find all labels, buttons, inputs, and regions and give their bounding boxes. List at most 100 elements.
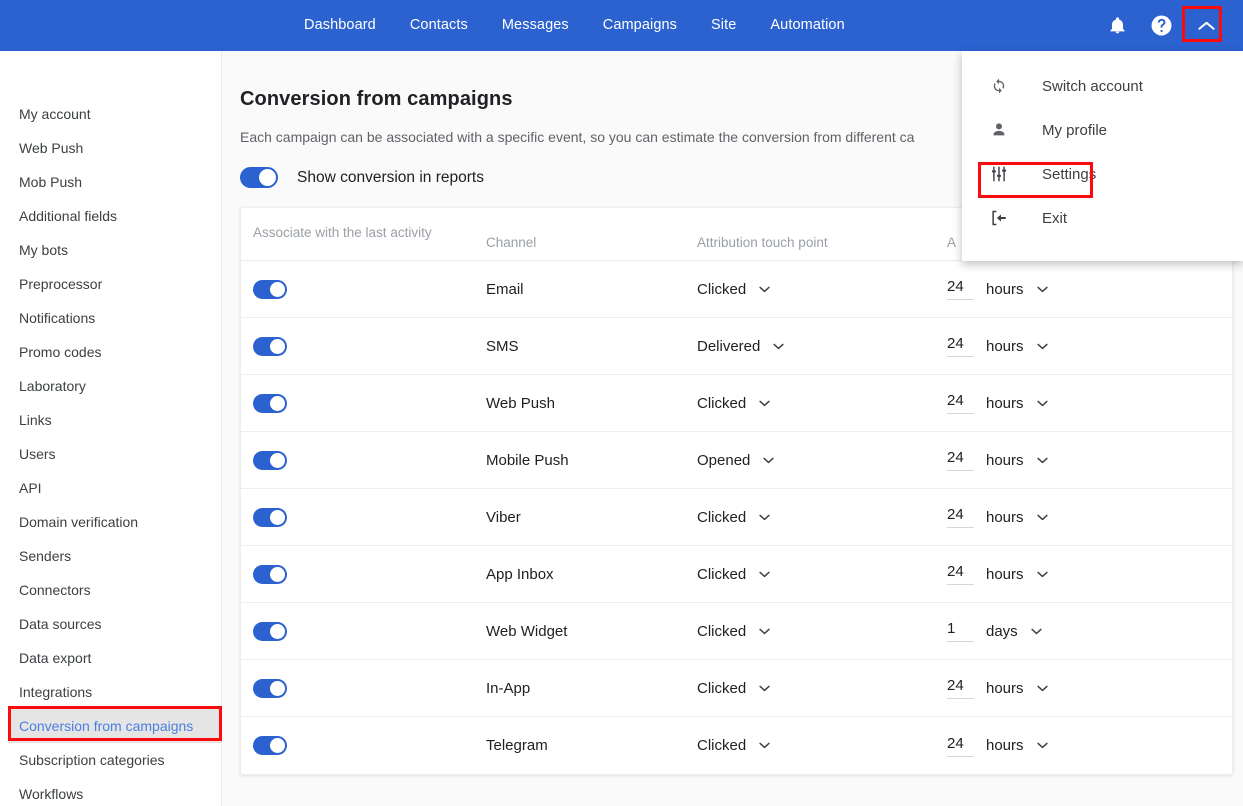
sidebar-item-connectors[interactable]: Connectors bbox=[0, 573, 221, 607]
account-menu-toggle[interactable] bbox=[1182, 0, 1229, 51]
attribution-window-cell: 24 hours bbox=[947, 449, 1232, 471]
sidebar-item-notifications[interactable]: Notifications bbox=[0, 301, 221, 335]
conversion-table-card: Associate with the last activity Channel… bbox=[240, 207, 1233, 775]
attribution-window-cell: 24 hours bbox=[947, 563, 1232, 585]
attribution-touch-point-select[interactable]: Clicked bbox=[697, 281, 770, 298]
sidebar-item-label: My account bbox=[19, 106, 91, 122]
associate-last-activity-toggle[interactable] bbox=[253, 564, 287, 584]
sidebar: My account Web Push Mob Push Additional … bbox=[0, 51, 222, 806]
sidebar-item-links[interactable]: Links bbox=[0, 403, 221, 437]
sidebar-item-laboratory[interactable]: Laboratory bbox=[0, 369, 221, 403]
attribution-touch-point-select[interactable]: Clicked bbox=[697, 509, 770, 526]
row-toggle-cell bbox=[241, 507, 486, 527]
menu-item-my-profile[interactable]: My profile bbox=[962, 108, 1243, 152]
chevron-down-icon bbox=[759, 628, 770, 634]
sidebar-item-domain-verification[interactable]: Domain verification bbox=[0, 505, 221, 539]
sidebar-item-users[interactable]: Users bbox=[0, 437, 221, 471]
attribution-window-unit-select[interactable]: hours bbox=[986, 452, 1048, 469]
attribution-window-input[interactable]: 24 bbox=[947, 335, 974, 357]
associate-last-activity-toggle[interactable] bbox=[253, 736, 287, 755]
attribution-window-input[interactable]: 24 bbox=[947, 563, 974, 585]
toggle-knob bbox=[270, 452, 285, 468]
attribution-touch-point-select[interactable]: Delivered bbox=[697, 338, 784, 355]
touch-point-value: Clicked bbox=[697, 565, 747, 583]
nav-link-site[interactable]: Site bbox=[711, 18, 736, 33]
sidebar-item-integrations[interactable]: Integrations bbox=[0, 675, 221, 709]
touch-point-value: Clicked bbox=[697, 679, 747, 697]
attribution-window-unit-select[interactable]: hours bbox=[986, 566, 1048, 583]
menu-item-settings[interactable]: Settings bbox=[962, 152, 1243, 196]
associate-last-activity-toggle[interactable] bbox=[253, 507, 287, 527]
sidebar-item-web-push[interactable]: Web Push bbox=[0, 131, 221, 165]
attribution-window-group: 24 hours bbox=[947, 449, 1048, 471]
attribution-window-input[interactable]: 24 bbox=[947, 735, 974, 757]
attribution-window-input[interactable]: 1 bbox=[947, 620, 974, 642]
sidebar-item-subscription-categories[interactable]: Subscription categories bbox=[0, 743, 221, 777]
associate-last-activity-toggle[interactable] bbox=[253, 279, 287, 299]
attribution-touch-point-select[interactable]: Clicked bbox=[697, 566, 770, 583]
channel-cell: In-App bbox=[486, 680, 697, 697]
attribution-window-input[interactable]: 24 bbox=[947, 449, 974, 471]
sidebar-item-api[interactable]: API bbox=[0, 471, 221, 505]
attribution-window-input[interactable]: 24 bbox=[947, 278, 974, 300]
attribution-window-input[interactable]: 24 bbox=[947, 506, 974, 528]
attribution-window-group: 24 hours bbox=[947, 392, 1048, 414]
attribution-window-group: 24 hours bbox=[947, 335, 1048, 357]
sidebar-item-senders[interactable]: Senders bbox=[0, 539, 221, 573]
sidebar-item-data-export[interactable]: Data export bbox=[0, 641, 221, 675]
nav-link-contacts[interactable]: Contacts bbox=[410, 18, 468, 33]
channel-cell: Email bbox=[486, 281, 697, 298]
sidebar-item-conversion-from-campaigns[interactable]: Conversion from campaigns bbox=[8, 709, 221, 743]
associate-last-activity-toggle[interactable] bbox=[253, 450, 287, 470]
sidebar-item-workflows[interactable]: Workflows bbox=[0, 777, 221, 806]
sidebar-item-additional-fields[interactable]: Additional fields bbox=[0, 199, 221, 233]
sidebar-item-data-sources[interactable]: Data sources bbox=[0, 607, 221, 641]
nav-link-campaigns[interactable]: Campaigns bbox=[603, 18, 677, 33]
attribution-touch-point-select[interactable]: Opened bbox=[697, 452, 775, 469]
associate-last-activity-toggle[interactable] bbox=[253, 621, 287, 641]
attribution-window-unit-select[interactable]: hours bbox=[986, 680, 1048, 697]
associate-last-activity-toggle[interactable] bbox=[253, 336, 287, 356]
attribution-touch-point-select[interactable]: Clicked bbox=[697, 395, 770, 412]
attribution-window-input[interactable]: 24 bbox=[947, 677, 974, 699]
nav-link-dashboard[interactable]: Dashboard bbox=[304, 18, 376, 33]
sidebar-item-label: Web Push bbox=[19, 140, 84, 156]
menu-item-exit[interactable]: Exit bbox=[962, 196, 1243, 240]
channel-name: SMS bbox=[486, 337, 519, 355]
row-toggle-cell bbox=[241, 736, 486, 755]
attribution-touch-point-select[interactable]: Clicked bbox=[697, 623, 770, 640]
notifications-button[interactable] bbox=[1095, 0, 1139, 51]
sidebar-item-my-account[interactable]: My account bbox=[0, 97, 221, 131]
attribution-window-unit-select[interactable]: hours bbox=[986, 338, 1048, 355]
associate-last-activity-toggle[interactable] bbox=[253, 393, 287, 413]
sidebar-item-promo-codes[interactable]: Promo codes bbox=[0, 335, 221, 369]
sidebar-item-label: Conversion from campaigns bbox=[19, 718, 194, 734]
toggle-knob bbox=[270, 338, 285, 354]
table-row: Mobile Push Opened 24 hours bbox=[241, 432, 1232, 489]
attribution-window-input[interactable]: 24 bbox=[947, 392, 974, 414]
touch-point-value: Delivered bbox=[697, 337, 761, 355]
sidebar-item-mob-push[interactable]: Mob Push bbox=[0, 165, 221, 199]
associate-last-activity-toggle[interactable] bbox=[253, 678, 287, 698]
attribution-window-group: 24 hours bbox=[947, 563, 1048, 585]
attribution-window-unit-select[interactable]: hours bbox=[986, 395, 1048, 412]
sidebar-item-my-bots[interactable]: My bots bbox=[0, 233, 221, 267]
attribution-window-unit-select[interactable]: days bbox=[986, 623, 1042, 640]
attribution-window-unit-select[interactable]: hours bbox=[986, 281, 1048, 298]
attribution-touch-point-select[interactable]: Clicked bbox=[697, 680, 770, 697]
attribution-window-unit-select[interactable]: hours bbox=[986, 737, 1048, 754]
channel-cell: Viber bbox=[486, 509, 697, 526]
sidebar-item-preprocessor[interactable]: Preprocessor bbox=[0, 267, 221, 301]
person-icon bbox=[988, 121, 1010, 139]
help-circle-icon bbox=[1151, 15, 1171, 36]
attribution-touch-point-select[interactable]: Clicked bbox=[697, 737, 770, 754]
show-conversion-toggle[interactable] bbox=[240, 167, 278, 188]
unit-value: hours bbox=[986, 679, 1024, 697]
help-button[interactable] bbox=[1139, 0, 1183, 51]
nav-link-automation[interactable]: Automation bbox=[770, 18, 844, 33]
nav-link-messages[interactable]: Messages bbox=[502, 18, 569, 33]
sliders-icon bbox=[988, 165, 1010, 183]
menu-item-switch-account[interactable]: Switch account bbox=[962, 64, 1243, 108]
attribution-window-unit-select[interactable]: hours bbox=[986, 509, 1048, 526]
unit-value: days bbox=[986, 622, 1018, 640]
